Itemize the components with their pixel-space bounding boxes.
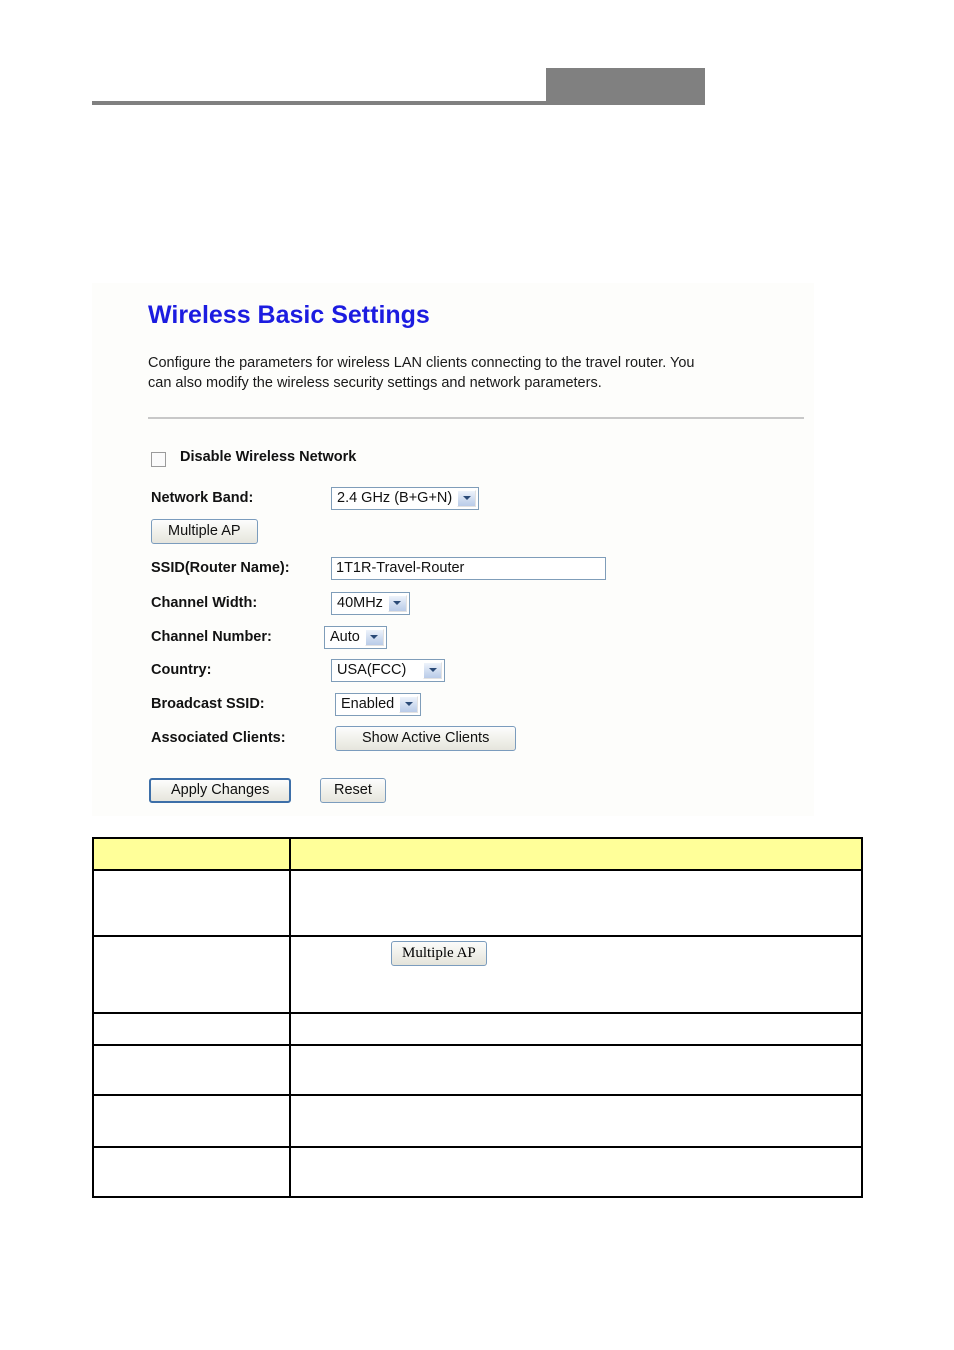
multiple-ap-button-inline[interactable]: Multiple AP (391, 941, 487, 966)
country-value: USA(FCC) (337, 661, 407, 678)
table-cell-term (92, 1094, 291, 1148)
table-cell-term (92, 935, 291, 1014)
table-row: Multiple AP (92, 935, 863, 1014)
apply-changes-button[interactable]: Apply Changes (149, 777, 292, 803)
chevron-down-icon[interactable] (457, 489, 477, 507)
associated-clients-field: Show Active Clients (335, 725, 517, 751)
table-row (92, 1146, 863, 1198)
page-title: Wireless Basic Settings (148, 301, 430, 329)
channel-number-value: Auto (330, 628, 360, 645)
channel-number-select[interactable]: Auto (324, 625, 387, 649)
wireless-basic-settings-panel: Wireless Basic Settings Configure the pa… (92, 283, 814, 816)
channel-number-field: Auto (324, 625, 387, 649)
table-cell-description (289, 869, 863, 937)
channel-width-select[interactable]: 40MHz (331, 591, 410, 615)
multiple-ap-field: Multiple AP (151, 518, 258, 544)
table-cell-description: Multiple AP (289, 935, 863, 1014)
country-select[interactable]: USA(FCC) (331, 658, 446, 682)
show-active-clients-button[interactable]: Show Active Clients (335, 725, 517, 751)
table-cell-description (289, 1044, 863, 1096)
table-header-row (92, 837, 863, 871)
reset-button[interactable]: Reset (320, 777, 386, 803)
network-band-label: Network Band: (151, 490, 254, 506)
table-cell-term (92, 1044, 291, 1096)
table-cell-description (289, 1146, 863, 1198)
associated-clients-label: Associated Clients: (151, 730, 286, 746)
broadcast-ssid-select[interactable]: Enabled (335, 692, 422, 716)
country-field: USA(FCC) (331, 658, 446, 682)
header-horizontal-rule (92, 101, 705, 105)
broadcast-ssid-label: Broadcast SSID: (151, 696, 265, 712)
header-gray-block (546, 68, 705, 105)
parameter-description-table: Multiple AP (92, 837, 863, 1198)
chevron-down-icon[interactable] (399, 695, 419, 713)
chevron-down-icon[interactable] (387, 594, 407, 612)
table-row (92, 1044, 863, 1096)
table-cell-term (92, 1146, 291, 1198)
table-cell-term (92, 869, 291, 937)
channel-width-value: 40MHz (337, 594, 383, 611)
multiple-ap-button[interactable]: Multiple AP (151, 518, 258, 544)
table-cell-description (289, 1012, 863, 1046)
country-label: Country: (151, 662, 212, 678)
ssid-label: SSID(Router Name): (151, 560, 290, 576)
table-row (92, 1094, 863, 1148)
reset-field: Reset (320, 777, 386, 803)
channel-number-label: Channel Number: (151, 629, 272, 645)
table-row (92, 1012, 863, 1046)
channel-width-label: Channel Width: (151, 595, 258, 611)
network-band-field: 2.4 GHz (B+G+N) (331, 486, 480, 510)
ssid-field (331, 556, 606, 580)
chevron-down-icon[interactable] (364, 628, 384, 646)
table-cell-term (92, 1012, 291, 1046)
chevron-down-icon[interactable] (423, 661, 443, 679)
table-row (92, 869, 863, 937)
disable-wireless-network-label: Disable Wireless Network (180, 449, 357, 465)
channel-width-field: 40MHz (331, 591, 410, 615)
network-band-value: 2.4 GHz (B+G+N) (337, 489, 453, 506)
ssid-input[interactable] (331, 556, 606, 580)
panel-description: Configure the parameters for wireless LA… (148, 355, 695, 391)
network-band-select[interactable]: 2.4 GHz (B+G+N) (331, 486, 480, 510)
table-header-term (92, 837, 291, 871)
document-header (0, 0, 954, 120)
broadcast-ssid-field: Enabled (335, 692, 422, 716)
disable-wireless-network-checkbox[interactable] (151, 452, 166, 467)
apply-changes-field: Apply Changes (149, 777, 292, 803)
table-cell-description (289, 1094, 863, 1148)
table-header-description (289, 837, 863, 871)
panel-divider (148, 417, 804, 419)
broadcast-ssid-value: Enabled (341, 695, 395, 712)
